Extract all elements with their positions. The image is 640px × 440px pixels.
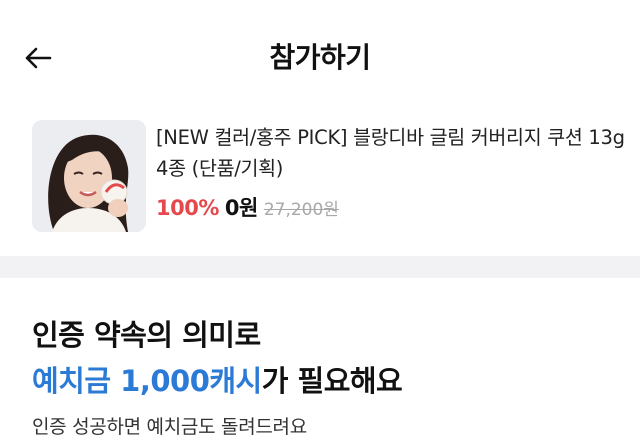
sale-price: 0원 xyxy=(224,196,258,220)
deposit-amount: 예치금 1,000캐시 xyxy=(32,364,262,398)
notice-heading-rest: 가 필요해요 xyxy=(261,364,403,398)
section-divider xyxy=(0,256,640,278)
price-row: 100% 0원 27,200원 xyxy=(156,192,626,222)
deposit-notice: 인증 약속의 의미로 예치금 1,000캐시가 필요해요 인증 성공하면 예치금… xyxy=(32,312,403,439)
notice-heading-line1: 인증 약속의 의미로 xyxy=(32,318,261,352)
discount-rate: 100% xyxy=(156,196,219,220)
original-price: 27,200원 xyxy=(263,200,339,220)
notice-heading-line2: 예치금 1,000캐시가 필요해요 xyxy=(32,358,403,404)
product-card[interactable]: [NEW 컬러/홍주 PICK] 블랑디바 글림 커버리지 쿠션 13g 4종 … xyxy=(32,120,625,236)
product-name: [NEW 컬러/홍주 PICK] 블랑디바 글림 커버리지 쿠션 13g 4종 … xyxy=(156,126,625,180)
product-thumbnail xyxy=(32,120,146,232)
page-title: 참가하기 xyxy=(269,41,371,74)
notice-subtext: 인증 성공하면 예치금도 돌려드려요 xyxy=(32,416,307,438)
header: 참가하기 xyxy=(0,0,640,112)
